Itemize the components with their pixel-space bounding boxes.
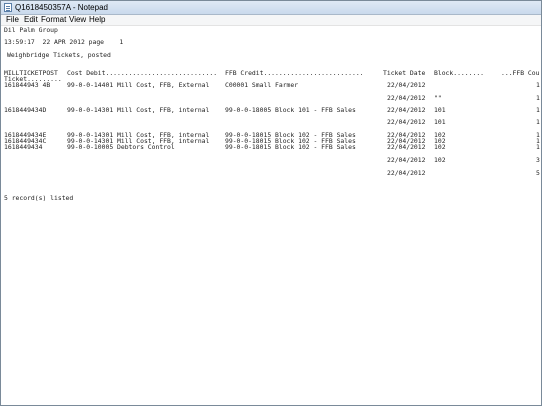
cell-cost-debit: 99-0-0-10005 Debtors Control [67,143,175,151]
cell-ffb-count: 5 [536,169,540,177]
notepad-icon [4,3,12,12]
menu-file[interactable]: File [6,15,19,25]
header-ticket-date: Ticket Date [383,69,426,77]
window-title: Q1618450357A - Notepad [15,3,108,12]
cell-ticket-date: 22/04/2012 [387,169,426,177]
cell-ticket: 161844943 4B [4,81,51,89]
company-line: Dil Palm Group [4,26,58,34]
menu-view[interactable]: View [69,15,86,25]
cell-ticket-date: 22/04/2012 [387,118,426,126]
header-block: Block........ [434,69,485,77]
header-cost-debit: Cost Debit............................. [67,69,218,77]
cell-ticket-date: 22/04/2012 [387,143,426,151]
menu-bar: File Edit Format View Help [1,15,541,26]
cell-ticket: 1618449434 [4,143,43,151]
header-ffb-count: ...FFB Cou [501,69,540,77]
cell-ffb-credit: 99-0-0-18005 Block 101 - FFB Sales [225,106,356,114]
cell-ffb-count: 1 [536,94,540,102]
cell-ffb-count: 1 [536,106,540,114]
timestamp-line: 13:59:17 22 APR 2012 page 1 [4,38,124,46]
menu-help[interactable]: Help [89,15,105,25]
records-footer: 5 record(s) listed [4,194,74,202]
title-bar[interactable]: Q1618450357A - Notepad [1,1,541,15]
header-ffb-credit: FFB Credit.......................... [225,69,364,77]
cell-ticket: 1618449434D [4,106,47,114]
cell-ticket-date: 22/04/2012 [387,94,426,102]
cell-block: 101 [434,106,446,114]
cell-block: 102 [434,156,446,164]
cell-ffb-credit: C00001 Small Farmer [225,81,299,89]
cell-ffb-credit: 99-0-0-18015 Block 102 - FFB Sales [225,143,356,151]
text-area[interactable]: Dil Palm Group 13:59:17 22 APR 2012 page… [4,27,541,405]
cell-ffb-count: 1 [536,118,540,126]
cell-ticket-date: 22/04/2012 [387,81,426,89]
cell-cost-debit: 99-0-0-14401 Mill Cost, FFB, External [67,81,210,89]
cell-ffb-count: 1 [536,143,540,151]
cell-ffb-count: 1 [536,81,540,89]
cell-block: 101 [434,118,446,126]
cell-ffb-count: 3 [536,156,540,164]
cell-ticket-date: 22/04/2012 [387,106,426,114]
cell-ticket-date: 22/04/2012 [387,156,426,164]
menu-format[interactable]: Format [41,15,66,25]
subtitle-line: Weighbridge Tickets, posted [7,51,111,59]
cell-block: 102 [434,143,446,151]
menu-edit[interactable]: Edit [24,15,38,25]
cell-block: "" [434,94,442,102]
notepad-window: Q1618450357A - Notepad File Edit Format … [0,0,542,406]
cell-cost-debit: 99-0-0-14301 Mill Cost, FFB, internal [67,106,210,114]
